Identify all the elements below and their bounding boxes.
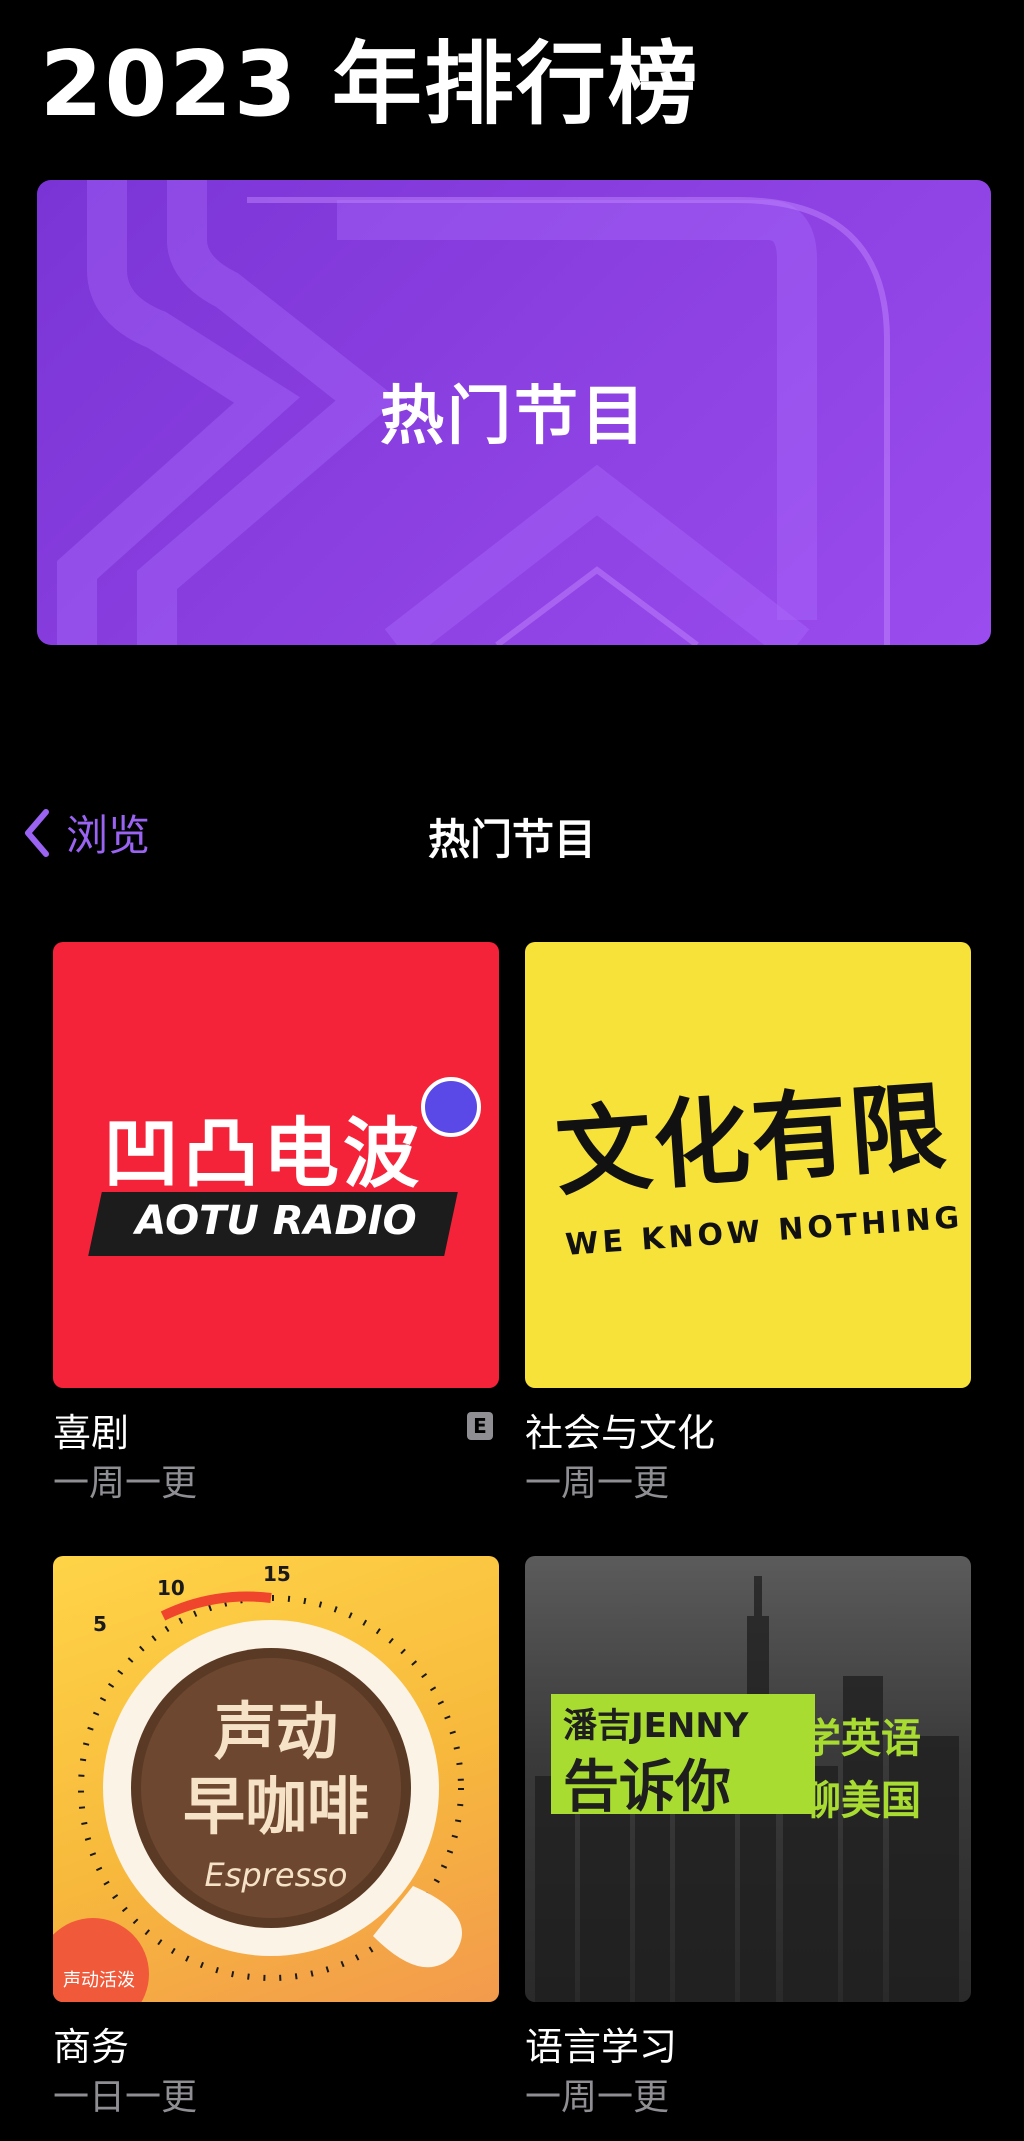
show-category: 语言学习 (525, 2025, 678, 2069)
page-title: 2023 年排行榜 (40, 32, 700, 137)
show-frequency: 一周一更 (525, 2077, 670, 2118)
artwork-title-line2: 告诉你 (563, 1755, 731, 1820)
explicit-badge: E (467, 1412, 493, 1440)
artwork-title: 凹凸电波 (103, 1109, 423, 1198)
radio-logo-icon (421, 1077, 481, 1137)
show-frequency: 一日一更 (53, 2077, 198, 2118)
show-artwork[interactable]: 凹凸电波 AOTU RADIO (53, 942, 499, 1388)
dial-label: 15 (263, 1562, 291, 1586)
publisher-badge: 声动活泼 (63, 1970, 135, 1991)
show-category: 社会与文化 (525, 1411, 716, 1455)
show-artwork[interactable]: 文化有限 WE KNOW NOTHING (525, 942, 971, 1388)
show-frequency: 一周一更 (53, 1463, 198, 1504)
show-card-espresso[interactable]: 5 10 15 声动 早咖啡 Espresso 声动活泼 商务 一日一更 (53, 1556, 499, 2118)
show-artwork[interactable]: 5 10 15 声动 早咖啡 Espresso 声动活泼 (53, 1556, 499, 2002)
artwork-subtitle: AOTU RADIO (135, 1198, 417, 1244)
artwork-side-line1: 学英语 (801, 1716, 921, 1762)
show-category: 喜剧 (53, 1411, 130, 1455)
dial-label: 5 (93, 1612, 107, 1636)
banner-title: 热门节目 (380, 380, 648, 454)
top-shows-banner[interactable]: 热门节目 (37, 180, 991, 645)
nav-bar: 浏览 热门节目 (0, 790, 1024, 870)
show-card-aotu-radio[interactable]: 凹凸电波 AOTU RADIO 喜剧 E 一周一更 (53, 942, 499, 1504)
artwork-title-line1: 潘吉JENNY (563, 1706, 749, 1746)
dial-label: 10 (157, 1576, 185, 1600)
artwork-title: 文化有限 (552, 1070, 952, 1210)
show-card-jenny[interactable]: 潘吉JENNY 告诉你 学英语 聊美国 语言学习 一周一更 (525, 1556, 971, 2118)
artwork-side-line2: 聊美国 (801, 1778, 921, 1824)
show-category: 商务 (53, 2025, 130, 2069)
show-card-wenhua-youxian[interactable]: 文化有限 WE KNOW NOTHING 社会与文化 一周一更 (525, 942, 971, 1504)
artwork-subtitle: Espresso (204, 1856, 348, 1894)
show-frequency: 一周一更 (525, 1463, 670, 1504)
show-artwork[interactable]: 潘吉JENNY 告诉你 学英语 聊美国 (525, 1556, 971, 2002)
artwork-title-line2: 早咖啡 (182, 1770, 369, 1843)
nav-title: 热门节目 (427, 815, 596, 864)
